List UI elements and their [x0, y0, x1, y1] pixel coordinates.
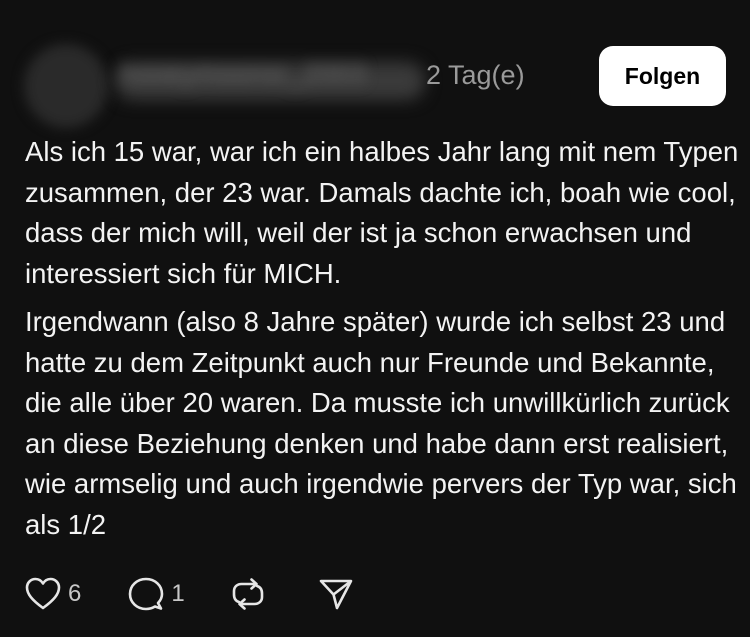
reply-button[interactable]: 1: [127, 576, 185, 612]
like-count: 6: [68, 580, 82, 607]
share-icon: [317, 576, 355, 612]
avatar[interactable]: [24, 44, 108, 128]
post-timestamp: 2 Tag(e): [426, 60, 525, 90]
follow-button[interactable]: Folgen: [599, 46, 726, 106]
post-text: Als ich 15 war, war ich ein halbes Jahr …: [25, 132, 740, 553]
comment-icon: [127, 576, 165, 612]
username[interactable]: hooeymoonsr_2003: [120, 58, 366, 89]
reply-count: 1: [171, 580, 185, 607]
post-paragraph: Irgendwann (also 8 Jahre später) wurde i…: [25, 306, 737, 540]
repost-button[interactable]: [229, 576, 267, 612]
action-bar: 6 1: [24, 576, 355, 612]
repost-icon: [229, 576, 267, 612]
heart-icon: [24, 576, 62, 612]
post-paragraph: Als ich 15 war, war ich ein halbes Jahr …: [25, 136, 739, 289]
like-button[interactable]: 6: [24, 576, 81, 612]
share-button[interactable]: [317, 576, 355, 612]
